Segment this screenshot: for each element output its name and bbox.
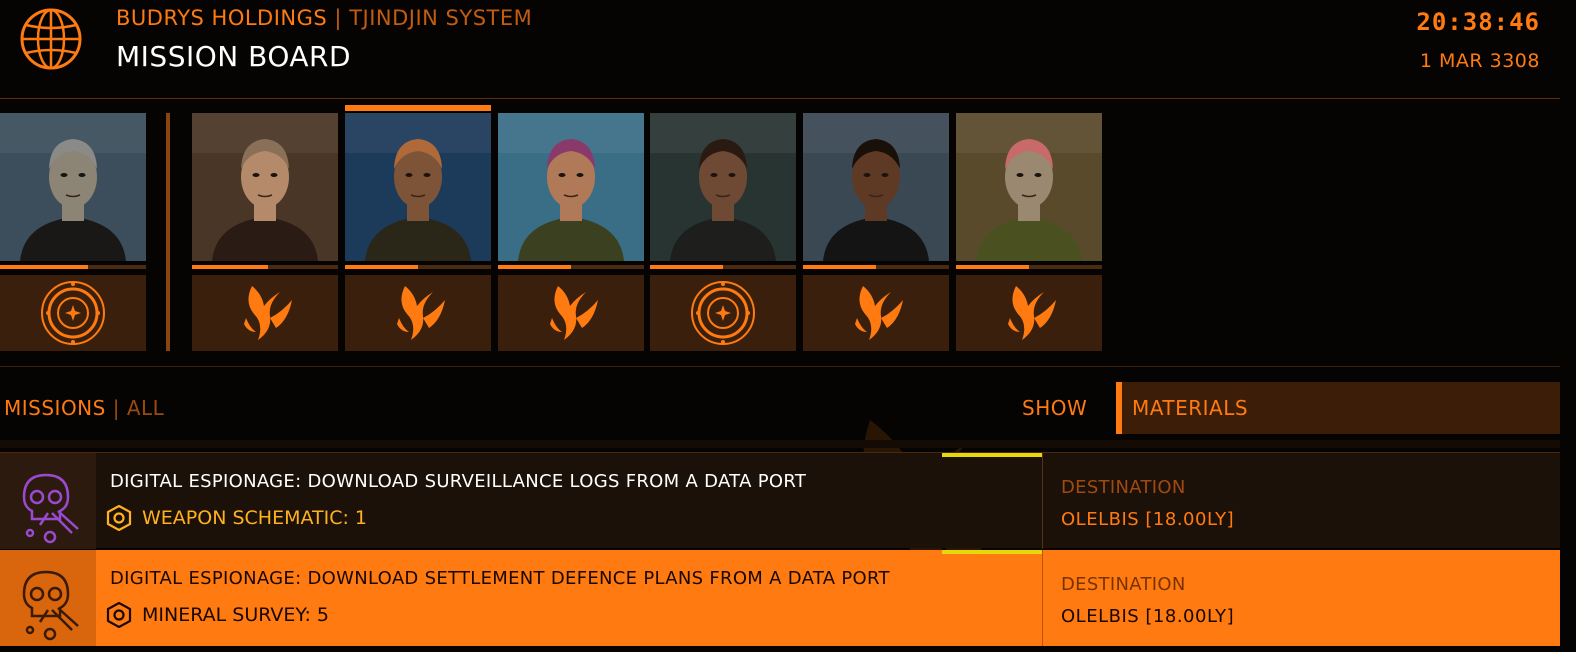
faction-tile (956, 275, 1102, 351)
federation-emblem-icon (691, 281, 755, 345)
section-divider (0, 366, 1560, 367)
contact-portrait (345, 113, 491, 261)
portrait-image (192, 113, 338, 261)
organisation-name: BUDRYS HOLDINGS (116, 6, 328, 30)
portrait-image (803, 113, 949, 261)
game-clock: 20:38:46 (1416, 8, 1540, 36)
material-reward-icon (106, 505, 132, 531)
skull-hacking-icon (22, 473, 79, 544)
mission-reward: WEAPON SCHEMATIC: 1 (106, 505, 367, 531)
reputation-bar (345, 265, 491, 269)
contact-card-5[interactable] (650, 113, 796, 351)
portrait-image (956, 113, 1102, 261)
show-label: SHOW (1022, 396, 1088, 420)
contact-group-divider (166, 113, 170, 351)
faction-tile (192, 275, 338, 351)
contact-portrait (803, 113, 949, 261)
page-title: MISSION BOARD (116, 40, 352, 73)
destination-label: DESTINATION (1061, 574, 1186, 595)
phoenix-emblem-icon (244, 286, 292, 340)
destination-value: OLELBIS [18.00LY] (1061, 606, 1235, 627)
phoenix-emblem-icon (397, 286, 445, 340)
portrait-image (0, 113, 146, 261)
destination-value: OLELBIS [18.00LY] (1061, 509, 1235, 530)
contact-card-4[interactable] (498, 113, 644, 351)
station-breadcrumb: BUDRYS HOLDINGS | TJINDJIN SYSTEM (116, 6, 532, 30)
reputation-bar (803, 265, 949, 269)
faction-tile (498, 275, 644, 351)
row-notch (942, 550, 1042, 554)
mission-title: DIGITAL ESPIONAGE: DOWNLOAD SETTLEMENT D… (110, 568, 890, 589)
faction-tile (803, 275, 949, 351)
breadcrumb-separator: | (334, 6, 342, 30)
contact-card-1[interactable] (0, 113, 146, 351)
contact-portrait (192, 113, 338, 261)
show-filter-dropdown[interactable]: MATERIALS (1116, 382, 1560, 434)
reputation-fill (345, 265, 418, 269)
globe-icon (20, 8, 82, 70)
missions-filter-label: MISSIONS | ALL (4, 396, 164, 420)
faction-tile (650, 275, 796, 351)
contact-card-6[interactable] (803, 113, 949, 351)
missions-scope[interactable]: ALL (127, 396, 164, 420)
reputation-fill (956, 265, 1029, 269)
contact-portrait (0, 113, 146, 261)
reputation-bar (650, 265, 796, 269)
skull-hacking-icon (22, 570, 79, 641)
contact-portrait (650, 113, 796, 261)
reputation-fill (498, 265, 571, 269)
material-reward-icon (106, 602, 132, 628)
mission-icon-cell (0, 453, 96, 549)
row-divider (1042, 550, 1043, 646)
faction-tile (0, 275, 146, 351)
list-top-strip (0, 440, 1560, 448)
mission-title: DIGITAL ESPIONAGE: DOWNLOAD SURVEILLANCE… (110, 471, 807, 492)
selected-indicator (345, 105, 491, 111)
portrait-image (650, 113, 796, 261)
destination-label: DESTINATION (1061, 477, 1186, 498)
mission-reward-text: MINERAL SURVEY: 5 (142, 604, 330, 626)
portrait-image (498, 113, 644, 261)
mission-row-selected[interactable]: DIGITAL ESPIONAGE: DOWNLOAD SETTLEMENT D… (0, 550, 1560, 646)
game-date: 1 MAR 3308 (1419, 50, 1540, 72)
phoenix-emblem-icon (855, 286, 903, 340)
system-name: TJINDJIN SYSTEM (349, 6, 533, 30)
show-filter-value: MATERIALS (1132, 396, 1249, 420)
contact-card-2[interactable] (192, 113, 338, 351)
reputation-bar (0, 265, 146, 269)
header-divider (0, 98, 1560, 99)
mission-icon-cell (0, 550, 96, 646)
faction-tile (345, 275, 491, 351)
federation-emblem-icon (41, 281, 105, 345)
portrait-image (345, 113, 491, 261)
contact-card-7[interactable] (956, 113, 1102, 351)
contact-card-3[interactable] (345, 105, 491, 351)
reputation-fill (803, 265, 876, 269)
reputation-fill (0, 265, 88, 269)
reputation-bar (192, 265, 338, 269)
phoenix-emblem-icon (550, 286, 598, 340)
reputation-bar (956, 265, 1102, 269)
reputation-fill (650, 265, 723, 269)
reputation-bar (498, 265, 644, 269)
phoenix-emblem-icon (1008, 286, 1056, 340)
contact-portrait (956, 113, 1102, 261)
mission-reward: MINERAL SURVEY: 5 (106, 602, 329, 628)
missions-filter-separator: | (112, 396, 120, 420)
mission-reward-text: WEAPON SCHEMATIC: 1 (142, 507, 367, 529)
reputation-fill (192, 265, 268, 269)
mission-row[interactable]: DIGITAL ESPIONAGE: DOWNLOAD SURVEILLANCE… (0, 452, 1560, 549)
missions-label: MISSIONS (4, 396, 106, 420)
row-divider (1042, 453, 1043, 549)
row-notch (942, 453, 1042, 457)
contact-portrait (498, 113, 644, 261)
